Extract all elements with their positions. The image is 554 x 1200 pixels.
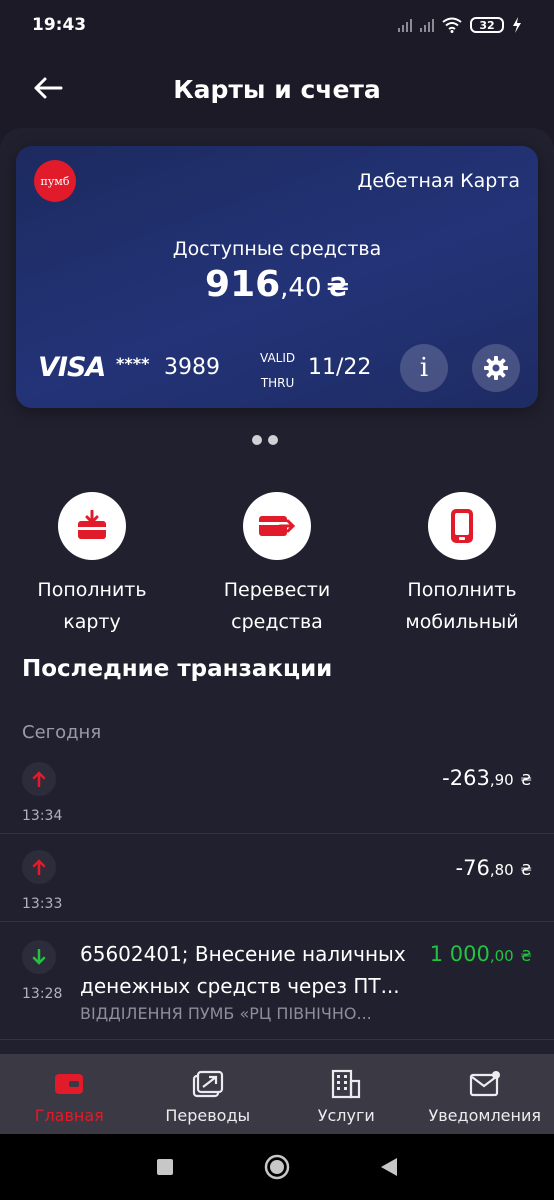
transaction-time: 13:33	[22, 896, 63, 912]
transfer-funds-icon-circle	[243, 492, 311, 560]
card-balance: 916,40 ₴	[16, 264, 538, 305]
nav-services-label: Услуги	[317, 1106, 375, 1125]
transaction-row[interactable]: 13:28 65602401; Внесение наличных денежн…	[0, 922, 554, 1040]
card-last-digits: 3989	[164, 355, 220, 380]
masked-digits: ****	[116, 354, 150, 373]
page-title: Карты и счета	[173, 74, 381, 104]
outgoing-icon	[22, 850, 56, 884]
card-type: Дебетная Карта	[357, 170, 520, 192]
available-funds-label: Доступные средства	[172, 238, 382, 260]
card-transfer-icon	[259, 516, 296, 536]
info-icon: i	[419, 353, 429, 383]
building-icon	[332, 1069, 361, 1099]
incoming-icon	[22, 940, 56, 974]
card-expiry: 11/22	[308, 355, 372, 380]
outgoing-icon	[22, 762, 56, 796]
transfer-funds-button[interactable]: Перевести средства	[192, 492, 362, 638]
system-navigation-bar	[0, 1134, 554, 1200]
carousel-dots[interactable]	[252, 435, 278, 445]
back-triangle-icon[interactable]	[380, 1157, 398, 1177]
back-button[interactable]	[32, 72, 64, 104]
wallet-icon	[55, 1074, 84, 1094]
transaction-row[interactable]: 13:34 -263,90 ₴	[0, 750, 554, 834]
transaction-amount: -263,90 ₴	[442, 766, 532, 790]
recent-transactions-title: Последние транзакции	[22, 656, 333, 682]
bottom-navigation: Главная Переводы Услуги Уведомления	[0, 1054, 554, 1134]
nav-home[interactable]: Главная	[0, 1054, 139, 1134]
header: Карты и счета	[0, 50, 554, 128]
nav-notifications-label: Уведомления	[428, 1106, 542, 1125]
transaction-amount: 1 000,00 ₴	[429, 942, 532, 966]
arrow-left-icon	[34, 77, 63, 99]
bank-logo: пумб	[34, 160, 76, 202]
nav-transfers-label: Переводы	[165, 1106, 251, 1125]
signal-icon-2	[420, 18, 434, 32]
visa-logo: VISA	[38, 352, 106, 383]
transaction-subtitle: ВІДДІЛЕННЯ ПУМБ «РЦ ПІВНІЧНО...	[80, 1004, 372, 1023]
top-up-card-label: Пополнить карту	[37, 579, 147, 633]
top-up-mobile-label: Пополнить мобильный	[405, 579, 519, 633]
nav-notifications[interactable]: Уведомления	[416, 1054, 554, 1134]
nav-services[interactable]: Услуги	[277, 1054, 416, 1134]
transaction-description: 65602401; Внесение наличных денежных сре…	[80, 942, 406, 998]
transfer-funds-label: Перевести средства	[223, 579, 331, 633]
valid-thru-label: VALID THRU	[260, 351, 296, 390]
settings-button[interactable]	[472, 344, 520, 392]
gear-icon	[484, 356, 508, 380]
transfer-icon	[192, 1070, 223, 1098]
top-up-card-button[interactable]: Пополнить карту	[7, 492, 177, 638]
mobile-phone-icon	[451, 509, 473, 543]
date-group-label: Сегодня	[22, 722, 102, 743]
transaction-row[interactable]: 13:33 -76,80 ₴	[0, 834, 554, 922]
signal-icon	[398, 18, 412, 32]
balance-integer: 916	[205, 264, 281, 305]
top-up-icon	[78, 510, 106, 539]
status-icons: 32	[398, 17, 522, 33]
wifi-icon	[442, 17, 462, 33]
top-up-mobile-icon-circle	[428, 492, 496, 560]
currency-symbol: ₴	[326, 273, 349, 303]
top-up-mobile-button[interactable]: Пополнить мобильный	[377, 492, 547, 638]
transaction-time: 13:28	[22, 986, 63, 1002]
status-time: 19:43	[32, 15, 87, 35]
recents-icon[interactable]	[156, 1158, 174, 1176]
top-up-card-icon-circle	[58, 492, 126, 560]
transaction-time: 13:34	[22, 808, 63, 824]
battery-indicator: 32	[470, 17, 504, 33]
nav-transfers[interactable]: Переводы	[139, 1054, 278, 1134]
bank-card[interactable]: пумб Дебетная Карта Доступные средства 9…	[16, 146, 538, 408]
mail-icon	[469, 1071, 500, 1097]
info-button[interactable]: i	[400, 344, 448, 392]
home-icon[interactable]	[264, 1154, 290, 1180]
transaction-amount: -76,80 ₴	[455, 856, 532, 880]
nav-home-label: Главная	[34, 1106, 104, 1125]
charging-icon	[513, 17, 521, 33]
balance-decimal: ,40	[280, 273, 322, 303]
status-bar: 19:43 32	[0, 0, 554, 50]
